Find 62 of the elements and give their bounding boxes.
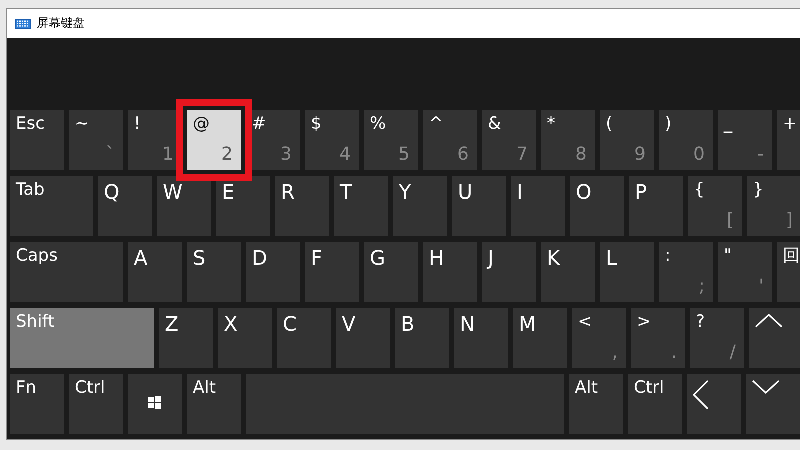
- keyboard-key[interactable]: { [: [688, 176, 742, 236]
- keyboard-key[interactable]: * 8: [541, 110, 595, 170]
- keyboard-key[interactable]: @ 2: [187, 110, 241, 170]
- keyboard-key[interactable]: T: [334, 176, 388, 236]
- keyboard-key[interactable]: E: [216, 176, 270, 236]
- keyboard-key[interactable]: Y: [393, 176, 447, 236]
- keyboard-key[interactable]: ? /: [690, 308, 744, 368]
- keyboard-key[interactable]: > .: [631, 308, 685, 368]
- keyboard-key[interactable]: ( 9: [600, 110, 654, 170]
- keyboard-key[interactable]: [687, 374, 741, 434]
- keyboard-key[interactable]: Ctrl: [69, 374, 123, 434]
- windows-logo-icon: [148, 396, 160, 409]
- keyboard-key[interactable]: Tab: [10, 176, 93, 236]
- keyboard-key[interactable]: } ]: [747, 176, 800, 236]
- keyboard-key[interactable]: Alt: [569, 374, 623, 434]
- keyboard-key[interactable]: Shift: [10, 308, 154, 368]
- keyboard-key[interactable]: L: [600, 242, 654, 302]
- keyboard-key[interactable]: X: [218, 308, 272, 368]
- keyboard-key[interactable]: : ;: [659, 242, 713, 302]
- keyboard-key[interactable]: Z: [159, 308, 213, 368]
- keyboard-key[interactable]: Alt: [187, 374, 241, 434]
- keyboard-key[interactable]: D: [246, 242, 300, 302]
- keyboard-key[interactable]: K: [541, 242, 595, 302]
- keyboard-key[interactable]: +: [777, 110, 800, 170]
- keyboard-key[interactable]: S: [187, 242, 241, 302]
- keyboard-key[interactable]: G: [364, 242, 418, 302]
- keyboard-key[interactable]: N: [454, 308, 508, 368]
- keyboard-key[interactable]: V: [336, 308, 390, 368]
- keyboard-key[interactable]: W: [157, 176, 211, 236]
- chevron-left-icon: [693, 380, 709, 410]
- keyboard-key[interactable]: Esc: [10, 110, 64, 170]
- keyboard-key[interactable]: % 5: [364, 110, 418, 170]
- keyboard-key[interactable]: P: [629, 176, 683, 236]
- keyboard-key[interactable]: C: [277, 308, 331, 368]
- keyboard-key[interactable]: ) 0: [659, 110, 713, 170]
- keyboard-key[interactable]: _ -: [718, 110, 772, 170]
- keyboard-key[interactable]: B: [395, 308, 449, 368]
- keyboard-key[interactable]: H: [423, 242, 477, 302]
- keyboard-key[interactable]: R: [275, 176, 329, 236]
- keyboard-key[interactable]: ~ `: [69, 110, 123, 170]
- keyboard-key[interactable]: J: [482, 242, 536, 302]
- keyboard-key[interactable]: Fn: [10, 374, 64, 434]
- keyboard-key[interactable]: O: [570, 176, 624, 236]
- keyboard-icon: [15, 18, 31, 28]
- keyboard-key[interactable]: & 7: [482, 110, 536, 170]
- keyboard-key[interactable]: I: [511, 176, 565, 236]
- keyboard-key[interactable]: ^ 6: [423, 110, 477, 170]
- keyboard-key[interactable]: 回: [777, 242, 800, 302]
- keyboard-key[interactable]: " ': [718, 242, 772, 302]
- keyboard-key[interactable]: [128, 374, 182, 434]
- keyboard-key[interactable]: Ctrl: [628, 374, 682, 434]
- keyboard-key[interactable]: < ,: [572, 308, 626, 368]
- keyboard-key[interactable]: Q: [98, 176, 152, 236]
- keyboard-key[interactable]: U: [452, 176, 506, 236]
- window-title: 屏幕键盘: [37, 15, 85, 32]
- keyboard-key[interactable]: M: [513, 308, 567, 368]
- keyboard-key[interactable]: Caps: [10, 242, 123, 302]
- keyboard-key[interactable]: $ 4: [305, 110, 359, 170]
- chevron-up-icon: [755, 314, 783, 328]
- chevron-down-icon: [752, 380, 780, 394]
- keyboard-key[interactable]: F: [305, 242, 359, 302]
- keyboard-key[interactable]: A: [128, 242, 182, 302]
